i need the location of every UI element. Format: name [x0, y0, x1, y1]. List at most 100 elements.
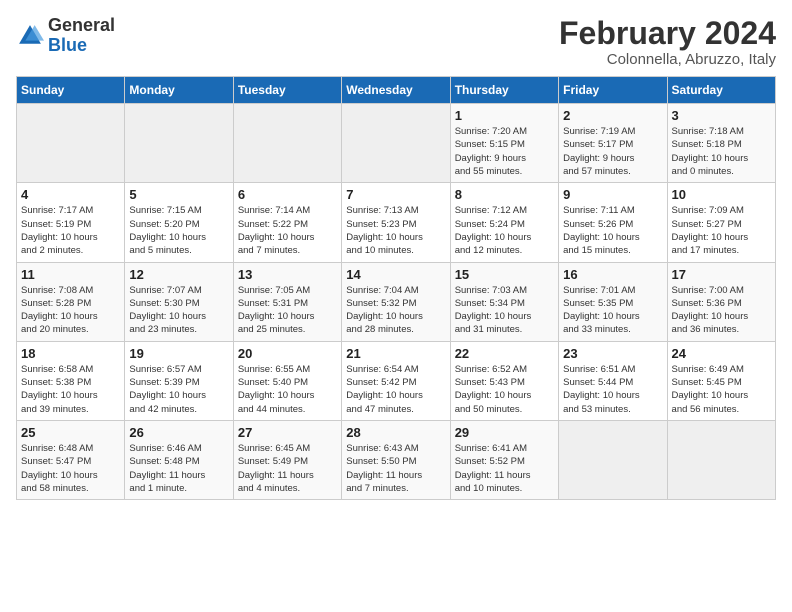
day-number: 11 — [21, 267, 120, 282]
day-number: 4 — [21, 187, 120, 202]
calendar-cell: 1 Sunrise: 7:20 AM Sunset: 5:15 PM Daylig… — [450, 104, 558, 183]
day-number: 5 — [129, 187, 228, 202]
day-info: Sunrise: 7:01 AM Sunset: 5:35 PM Dayligh… — [563, 284, 662, 337]
calendar-cell — [17, 104, 125, 183]
calendar-week-row: 25 Sunrise: 6:48 AM Sunset: 5:47 PM Dayli… — [17, 420, 776, 499]
day-info: Sunrise: 7:19 AM Sunset: 5:17 PM Dayligh… — [563, 125, 662, 178]
day-info: Sunrise: 6:54 AM Sunset: 5:42 PM Dayligh… — [346, 363, 445, 416]
calendar-cell — [559, 420, 667, 499]
calendar-cell: 16Sunrise: 7:01 AM Sunset: 5:35 PM Dayli… — [559, 262, 667, 341]
calendar-cell: 6Sunrise: 7:14 AM Sunset: 5:22 PM Daylig… — [233, 183, 341, 262]
calendar-cell: 27 Sunrise: 6:45 AM Sunset: 5:49 PM Dayli… — [233, 420, 341, 499]
calendar-cell: 13 Sunrise: 7:05 AM Sunset: 5:31 PM Dayli… — [233, 262, 341, 341]
day-info: Sunrise: 7:11 AM Sunset: 5:26 PM Dayligh… — [563, 204, 662, 257]
column-header-tuesday: Tuesday — [233, 77, 341, 104]
day-number: 19 — [129, 346, 228, 361]
day-info: Sunrise: 7:20 AM Sunset: 5:15 PM Dayligh… — [455, 125, 554, 178]
logo-line2: Blue — [48, 36, 115, 56]
calendar-cell: 4 Sunrise: 7:17 AM Sunset: 5:19 PM Daylig… — [17, 183, 125, 262]
calendar-cell: 14 Sunrise: 7:04 AM Sunset: 5:32 PM Dayli… — [342, 262, 450, 341]
day-number: 17 — [672, 267, 771, 282]
calendar-cell: 26Sunrise: 6:46 AM Sunset: 5:48 PM Dayli… — [125, 420, 233, 499]
day-number: 18 — [21, 346, 120, 361]
calendar-cell: 29Sunrise: 6:41 AM Sunset: 5:52 PM Dayli… — [450, 420, 558, 499]
day-info: Sunrise: 7:15 AM Sunset: 5:20 PM Dayligh… — [129, 204, 228, 257]
day-info: Sunrise: 7:07 AM Sunset: 5:30 PM Dayligh… — [129, 284, 228, 337]
calendar-cell: 5 Sunrise: 7:15 AM Sunset: 5:20 PM Daylig… — [125, 183, 233, 262]
day-info: Sunrise: 7:08 AM Sunset: 5:28 PM Dayligh… — [21, 284, 120, 337]
day-info: Sunrise: 6:43 AM Sunset: 5:50 PM Dayligh… — [346, 442, 445, 495]
day-info: Sunrise: 6:51 AM Sunset: 5:44 PM Dayligh… — [563, 363, 662, 416]
calendar-cell: 19Sunrise: 6:57 AM Sunset: 5:39 PM Dayli… — [125, 341, 233, 420]
column-header-thursday: Thursday — [450, 77, 558, 104]
column-header-sunday: Sunday — [17, 77, 125, 104]
day-info: Sunrise: 7:13 AM Sunset: 5:23 PM Dayligh… — [346, 204, 445, 257]
calendar-cell: 28 Sunrise: 6:43 AM Sunset: 5:50 PM Dayli… — [342, 420, 450, 499]
day-number: 27 — [238, 425, 337, 440]
calendar-cell: 9 Sunrise: 7:11 AM Sunset: 5:26 PM Daylig… — [559, 183, 667, 262]
day-info: Sunrise: 6:48 AM Sunset: 5:47 PM Dayligh… — [21, 442, 120, 495]
column-header-friday: Friday — [559, 77, 667, 104]
calendar-cell — [233, 104, 341, 183]
day-info: Sunrise: 6:58 AM Sunset: 5:38 PM Dayligh… — [21, 363, 120, 416]
calendar-cell — [342, 104, 450, 183]
day-number: 9 — [563, 187, 662, 202]
day-number: 8 — [455, 187, 554, 202]
day-number: 1 — [455, 108, 554, 123]
day-number: 7 — [346, 187, 445, 202]
calendar-cell: 18 Sunrise: 6:58 AM Sunset: 5:38 PM Dayli… — [17, 341, 125, 420]
day-info: Sunrise: 6:52 AM Sunset: 5:43 PM Dayligh… — [455, 363, 554, 416]
calendar-cell: 22Sunrise: 6:52 AM Sunset: 5:43 PM Dayli… — [450, 341, 558, 420]
calendar-body: 1 Sunrise: 7:20 AM Sunset: 5:15 PM Daylig… — [17, 104, 776, 500]
logo: General Blue — [16, 16, 115, 56]
title-area: February 2024 Colonnella, Abruzzo, Italy — [559, 16, 776, 68]
day-number: 14 — [346, 267, 445, 282]
day-number: 13 — [238, 267, 337, 282]
day-info: Sunrise: 7:05 AM Sunset: 5:31 PM Dayligh… — [238, 284, 337, 337]
column-header-wednesday: Wednesday — [342, 77, 450, 104]
day-number: 29 — [455, 425, 554, 440]
day-number: 28 — [346, 425, 445, 440]
calendar-cell: 2 Sunrise: 7:19 AM Sunset: 5:17 PM Daylig… — [559, 104, 667, 183]
day-number: 2 — [563, 108, 662, 123]
calendar-cell: 10Sunrise: 7:09 AM Sunset: 5:27 PM Dayli… — [667, 183, 775, 262]
calendar-week-row: 1 Sunrise: 7:20 AM Sunset: 5:15 PM Daylig… — [17, 104, 776, 183]
calendar-cell: 20Sunrise: 6:55 AM Sunset: 5:40 PM Dayli… — [233, 341, 341, 420]
day-info: Sunrise: 7:00 AM Sunset: 5:36 PM Dayligh… — [672, 284, 771, 337]
day-number: 12 — [129, 267, 228, 282]
calendar-header-row: SundayMondayTuesdayWednesdayThursdayFrid… — [17, 77, 776, 104]
calendar-cell: 11 Sunrise: 7:08 AM Sunset: 5:28 PM Dayli… — [17, 262, 125, 341]
calendar-cell: 8 Sunrise: 7:12 AM Sunset: 5:24 PM Daylig… — [450, 183, 558, 262]
subtitle: Colonnella, Abruzzo, Italy — [559, 51, 776, 68]
logo-icon — [16, 22, 44, 50]
day-info: Sunrise: 7:12 AM Sunset: 5:24 PM Dayligh… — [455, 204, 554, 257]
day-number: 25 — [21, 425, 120, 440]
calendar-cell: 21Sunrise: 6:54 AM Sunset: 5:42 PM Dayli… — [342, 341, 450, 420]
day-number: 23 — [563, 346, 662, 361]
calendar-week-row: 4 Sunrise: 7:17 AM Sunset: 5:19 PM Daylig… — [17, 183, 776, 262]
column-header-saturday: Saturday — [667, 77, 775, 104]
day-number: 3 — [672, 108, 771, 123]
calendar-cell — [125, 104, 233, 183]
day-info: Sunrise: 6:49 AM Sunset: 5:45 PM Dayligh… — [672, 363, 771, 416]
calendar-week-row: 18 Sunrise: 6:58 AM Sunset: 5:38 PM Dayli… — [17, 341, 776, 420]
day-number: 20 — [238, 346, 337, 361]
day-number: 6 — [238, 187, 337, 202]
day-info: Sunrise: 7:18 AM Sunset: 5:18 PM Dayligh… — [672, 125, 771, 178]
day-info: Sunrise: 7:04 AM Sunset: 5:32 PM Dayligh… — [346, 284, 445, 337]
header: General Blue February 2024 Colonnella, A… — [16, 16, 776, 68]
day-info: Sunrise: 7:03 AM Sunset: 5:34 PM Dayligh… — [455, 284, 554, 337]
calendar-cell: 7 Sunrise: 7:13 AM Sunset: 5:23 PM Daylig… — [342, 183, 450, 262]
day-info: Sunrise: 6:45 AM Sunset: 5:49 PM Dayligh… — [238, 442, 337, 495]
logo-line1: General — [48, 16, 115, 36]
day-info: Sunrise: 7:09 AM Sunset: 5:27 PM Dayligh… — [672, 204, 771, 257]
calendar-week-row: 11 Sunrise: 7:08 AM Sunset: 5:28 PM Dayli… — [17, 262, 776, 341]
calendar-cell — [667, 420, 775, 499]
calendar-cell: 24 Sunrise: 6:49 AM Sunset: 5:45 PM Dayli… — [667, 341, 775, 420]
day-info: Sunrise: 6:46 AM Sunset: 5:48 PM Dayligh… — [129, 442, 228, 495]
month-title: February 2024 — [559, 16, 776, 51]
column-header-monday: Monday — [125, 77, 233, 104]
day-number: 24 — [672, 346, 771, 361]
day-info: Sunrise: 7:17 AM Sunset: 5:19 PM Dayligh… — [21, 204, 120, 257]
calendar-cell: 15Sunrise: 7:03 AM Sunset: 5:34 PM Dayli… — [450, 262, 558, 341]
